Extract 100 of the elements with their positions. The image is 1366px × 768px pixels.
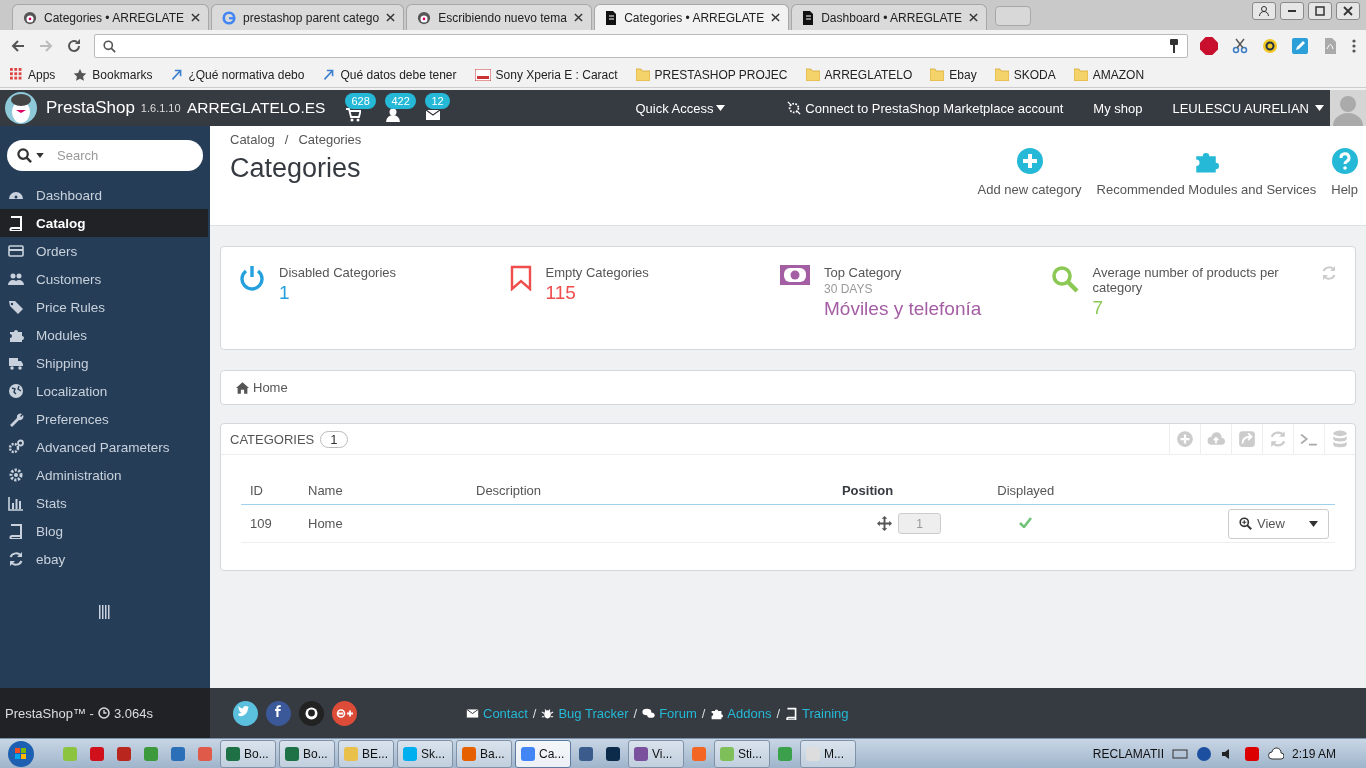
taskbar-button[interactable]: M... xyxy=(800,739,856,768)
bug-icon xyxy=(541,706,555,720)
browser-tab[interactable]: Escribiendo nuevo tema xyxy=(406,4,593,30)
social-icon[interactable] xyxy=(233,700,258,726)
footer-brand: PrestaShop™ - xyxy=(5,705,94,721)
taskbar-button[interactable]: Sti... xyxy=(714,739,770,768)
footer-link[interactable]: Addons xyxy=(710,705,772,721)
my-shop-link[interactable]: My shop xyxy=(1093,100,1143,116)
scissors-icon[interactable] xyxy=(1232,38,1248,54)
person-button[interactable] xyxy=(1252,2,1276,20)
taskbar-button[interactable]: Ba... xyxy=(456,739,512,768)
penguin-logo-icon[interactable] xyxy=(2,91,40,125)
menu-item[interactable]: Shipping xyxy=(0,349,208,377)
key-icon[interactable] xyxy=(1169,39,1179,53)
close-icon[interactable] xyxy=(771,13,781,22)
menu-item[interactable]: Localization xyxy=(0,377,208,405)
close-icon[interactable] xyxy=(968,13,978,22)
close-icon[interactable] xyxy=(191,13,201,22)
column-header[interactable]: Description xyxy=(467,476,785,505)
browser-tab[interactable]: prestashop parent catego xyxy=(211,4,405,30)
minimize-icon xyxy=(1287,10,1297,12)
envelope-icon xyxy=(466,706,479,720)
breadcrumb-item[interactable]: Catalog xyxy=(230,132,275,147)
menu-item[interactable]: Advanced Parameters xyxy=(0,433,208,461)
stop-sign-icon[interactable] xyxy=(1200,37,1218,55)
menu-item[interactable]: Price Rules xyxy=(0,293,208,321)
bookmark[interactable]: ARREGLATELO xyxy=(805,67,913,82)
bookmark[interactable]: SKODA xyxy=(994,67,1056,82)
path-item[interactable]: Home xyxy=(253,380,288,395)
caret-icon[interactable] xyxy=(36,153,44,158)
antivirus-icon[interactable] xyxy=(1243,745,1260,762)
home-icon xyxy=(236,381,249,394)
person-icon xyxy=(385,107,402,123)
search-icon[interactable] xyxy=(17,148,32,163)
maximize-button[interactable] xyxy=(1308,2,1332,20)
close-icon[interactable] xyxy=(386,13,396,22)
cloud-icon[interactable] xyxy=(1267,745,1284,762)
toolbar-button[interactable]: Add new category xyxy=(977,148,1082,197)
menu-item[interactable]: Orders xyxy=(0,237,208,265)
footer-link[interactable]: Training xyxy=(785,705,849,721)
menu-item[interactable]: Catalog xyxy=(0,209,208,237)
coin-icon[interactable] xyxy=(1262,38,1278,54)
search-field[interactable]: Search xyxy=(7,140,203,171)
view-button[interactable]: View xyxy=(1228,508,1329,539)
menu-item[interactable]: Customers xyxy=(0,265,208,293)
column-header[interactable]: Name xyxy=(299,476,467,505)
close-icon[interactable] xyxy=(574,13,584,22)
footer-link[interactable]: Bug Tracker xyxy=(541,705,629,721)
column-header[interactable]: ID xyxy=(241,476,299,505)
taskbar-button[interactable]: Ca... xyxy=(515,739,571,768)
browser-tab[interactable]: Dashboard • ARREGLATE xyxy=(791,4,987,30)
bookmark[interactable]: Apps xyxy=(10,67,56,82)
start-orb-icon[interactable] xyxy=(6,739,36,768)
help-icon[interactable] xyxy=(1195,745,1212,762)
social-icon[interactable] xyxy=(332,700,357,726)
taskbar-button[interactable]: Vi... xyxy=(628,739,684,768)
social-icon[interactable] xyxy=(266,700,291,726)
collapse-handle-icon[interactable] xyxy=(99,605,111,619)
quick-access-menu[interactable]: Quick Access xyxy=(635,100,726,116)
menu-item[interactable]: Modules xyxy=(0,321,208,349)
address-field[interactable] xyxy=(94,34,1188,58)
menu-icon[interactable] xyxy=(1352,38,1356,54)
column-header[interactable]: Displayed xyxy=(950,476,1102,505)
footer-link[interactable]: Contact xyxy=(466,705,528,721)
browser-tab[interactable]: Categories • ARREGLATE xyxy=(12,4,210,30)
menu-item[interactable]: Dashboard xyxy=(0,181,208,209)
gears-icon xyxy=(8,439,24,455)
taskbar-button[interactable]: Sk... xyxy=(397,739,453,768)
column-header[interactable]: Position xyxy=(785,476,951,505)
footer-link[interactable]: Forum xyxy=(642,705,697,721)
menu-item[interactable]: Preferences xyxy=(0,405,208,433)
bookmark[interactable]: PRESTASHOP PROJEC xyxy=(635,67,788,82)
toolbar-button[interactable]: Recommended Modules and Services xyxy=(1096,148,1317,197)
shop-name-link[interactable]: ARREGLATELO.ES xyxy=(187,99,326,117)
user-menu[interactable]: LEULESCU AURELIAN xyxy=(1172,90,1366,126)
breadcrumb-item[interactable]: Categories xyxy=(298,132,362,147)
menu-item[interactable]: Administration xyxy=(0,461,208,489)
bookmark[interactable]: Sony Xperia E : Caract xyxy=(474,67,618,82)
back-arrow-icon[interactable] xyxy=(10,38,26,54)
menu-item[interactable]: Blog xyxy=(0,517,208,545)
reload-icon[interactable] xyxy=(66,38,82,54)
move-handle-icon[interactable] xyxy=(877,516,893,531)
taskbar-button[interactable]: BE... xyxy=(338,739,394,768)
taskbar-button[interactable]: Bo... xyxy=(220,739,276,768)
close-button[interactable] xyxy=(1336,2,1360,20)
social-icon[interactable] xyxy=(299,700,324,726)
checkmark-icon[interactable] xyxy=(1019,517,1033,528)
bookmark[interactable]: AMAZON xyxy=(1073,67,1145,82)
menu-item[interactable]: Stats xyxy=(0,489,208,517)
bookmark[interactable]: Ebay xyxy=(930,67,977,82)
bookmark[interactable]: Bookmarks xyxy=(73,67,153,82)
taskbar-button[interactable]: Bo... xyxy=(279,739,335,768)
marketplace-link[interactable]: Connect to PrestaShop Marketplace account xyxy=(787,100,1064,116)
minimize-button[interactable] xyxy=(1280,2,1304,20)
bookmark[interactable]: Qué datos debe tener xyxy=(322,67,457,82)
menu-item[interactable]: ebay xyxy=(0,545,208,573)
pencil-icon[interactable] xyxy=(1292,38,1308,54)
bookmark[interactable]: ¿Qué normativa debo xyxy=(170,67,305,82)
browser-tab[interactable]: Categories • ARREGLATE xyxy=(594,4,790,30)
toolbar-button[interactable]: Help xyxy=(1331,148,1358,197)
